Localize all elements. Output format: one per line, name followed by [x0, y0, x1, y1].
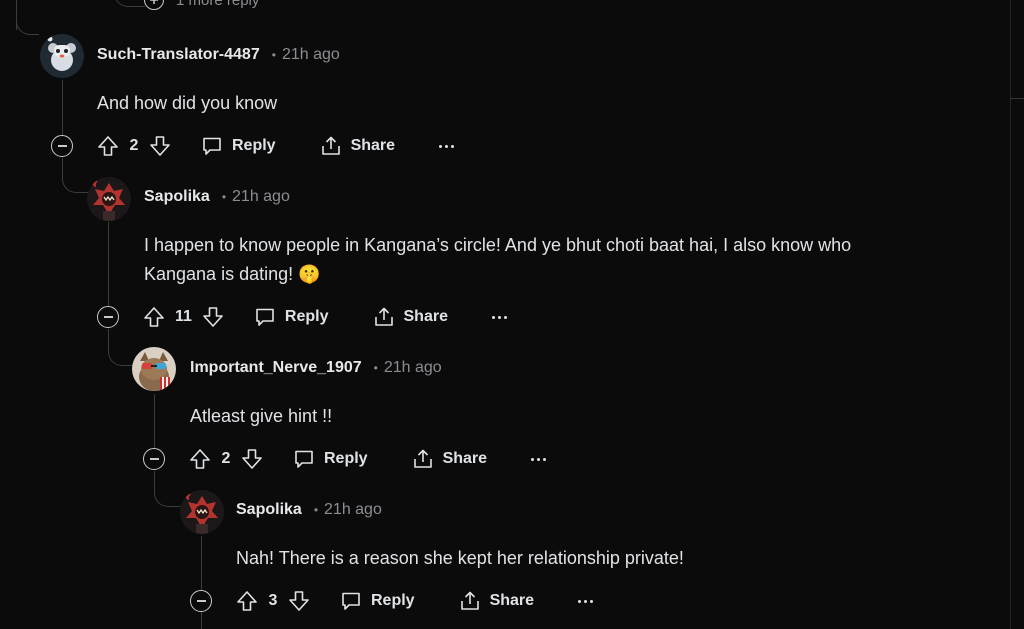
comment-meta: Sapolika • 21h ago — [236, 501, 382, 519]
thread-line-c2-curve — [108, 329, 133, 366]
right-panel-divider — [1010, 98, 1024, 99]
timestamp[interactable]: 21h ago — [232, 188, 290, 206]
thread-line-c3-curve — [154, 471, 181, 507]
downvote-icon[interactable] — [202, 306, 224, 328]
share-label: Share — [442, 450, 488, 467]
comment-body-line: I happen to know people in Kangana’s cir… — [144, 235, 852, 255]
share-icon — [374, 307, 393, 326]
collapse-icon[interactable] — [190, 590, 212, 612]
comment-bubble-icon — [256, 308, 274, 326]
collapse-icon[interactable] — [143, 448, 165, 470]
upvote-icon[interactable] — [143, 306, 165, 328]
downvote-icon[interactable] — [241, 448, 263, 470]
username[interactable]: Sapolika — [236, 501, 302, 519]
thread-line-more-replies — [114, 0, 145, 7]
vote-controls: 2 — [189, 448, 263, 470]
collapse-icon[interactable] — [97, 306, 119, 328]
reply-label: Reply — [284, 308, 329, 325]
reply-label: Reply — [232, 137, 276, 154]
vote-score: 11 — [175, 308, 192, 325]
comment-actions: 11 Reply Share — [97, 302, 507, 332]
reply-button[interactable]: Reply — [254, 306, 329, 328]
comment-body: Nah! There is a reason she kept her rela… — [236, 544, 684, 573]
upvote-icon[interactable] — [189, 448, 211, 470]
avatar[interactable] — [87, 177, 131, 221]
thread-line-c3 — [154, 394, 155, 448]
reply-button[interactable]: Reply — [201, 135, 276, 157]
thread-line-c1 — [62, 80, 63, 135]
comment-body-line: Kangana is dating! 🤫 — [144, 264, 321, 284]
vote-controls: 3 — [236, 590, 310, 612]
plus-circle-icon — [144, 0, 164, 10]
more-options-icon[interactable] — [491, 315, 507, 319]
comment-actions: 2 Reply Share — [143, 444, 547, 474]
comment-meta: Important_Nerve_1907 • 21h ago — [190, 359, 442, 377]
upvote-icon[interactable] — [236, 590, 258, 612]
avatar[interactable] — [40, 34, 84, 78]
username[interactable]: Sapolika — [144, 188, 210, 206]
comment-body: And how did you know — [97, 89, 277, 118]
timestamp[interactable]: 21h ago — [324, 501, 382, 519]
comment-body-line: Nah! There is a reason she kept her rela… — [236, 548, 684, 568]
comment-thread-page: 1 more reply Such-Translator-4487 • 21h … — [0, 0, 1024, 629]
thread-line-c2 — [108, 222, 109, 306]
collapse-icon[interactable] — [51, 135, 73, 157]
separator-dot: • — [271, 48, 276, 62]
downvote-icon[interactable] — [288, 590, 310, 612]
username[interactable]: Important_Nerve_1907 — [190, 359, 362, 377]
comment-bubble-icon — [295, 450, 313, 468]
separator-dot: • — [221, 190, 227, 204]
comment-meta: Sapolika • 21h ago — [144, 188, 290, 206]
comment-meta: Such-Translator-4487 • 21h ago — [97, 46, 340, 64]
thread-line-c4 — [201, 536, 202, 590]
share-icon — [460, 591, 479, 610]
vote-score: 2 — [221, 450, 231, 467]
share-icon — [321, 136, 340, 155]
share-button[interactable]: Share — [412, 448, 487, 470]
share-label: Share — [350, 137, 396, 154]
comment-actions: 2 Reply Share — [51, 131, 455, 161]
reply-label: Reply — [371, 592, 415, 609]
more-replies-link[interactable]: 1 more reply — [144, 0, 259, 10]
more-options-icon[interactable] — [439, 144, 455, 148]
vote-controls: 2 — [97, 135, 171, 157]
comment-body-line: And how did you know — [97, 93, 278, 113]
vote-score: 2 — [129, 137, 139, 154]
share-button[interactable]: Share — [320, 135, 395, 157]
downvote-icon[interactable] — [149, 135, 171, 157]
comment-body: I happen to know people in Kangana’s cir… — [144, 231, 851, 289]
comment-bubble-icon — [342, 592, 360, 610]
separator-dot: • — [373, 361, 378, 375]
upvote-icon[interactable] — [97, 135, 119, 157]
timestamp[interactable]: 21h ago — [282, 46, 340, 64]
comment-actions: 3 Reply Share — [190, 586, 594, 616]
thread-line-c1-curve — [62, 158, 89, 193]
separator-dot: • — [313, 503, 319, 517]
reply-button[interactable]: Reply — [340, 590, 415, 612]
vote-controls: 11 — [143, 306, 224, 328]
share-label: Share — [403, 308, 448, 325]
comment-bubble-icon — [203, 137, 221, 155]
comment-body-line: Atleast give hint !! — [190, 406, 333, 426]
comment-body: Atleast give hint !! — [190, 402, 332, 431]
more-replies-label: 1 more reply — [176, 0, 260, 9]
more-options-icon[interactable] — [531, 457, 547, 461]
more-options-icon[interactable] — [578, 599, 594, 603]
share-label: Share — [489, 592, 535, 609]
avatar[interactable] — [132, 347, 176, 391]
username[interactable]: Such-Translator-4487 — [97, 46, 260, 64]
vote-score: 3 — [268, 592, 278, 609]
right-panel-border — [1010, 0, 1011, 629]
thread-line-root-curve — [16, 20, 39, 35]
reply-button[interactable]: Reply — [293, 448, 368, 470]
share-icon — [413, 449, 432, 468]
share-button[interactable]: Share — [373, 306, 448, 328]
avatar[interactable] — [180, 490, 224, 534]
reply-label: Reply — [324, 450, 368, 467]
timestamp[interactable]: 21h ago — [384, 359, 442, 377]
share-button[interactable]: Share — [459, 590, 534, 612]
